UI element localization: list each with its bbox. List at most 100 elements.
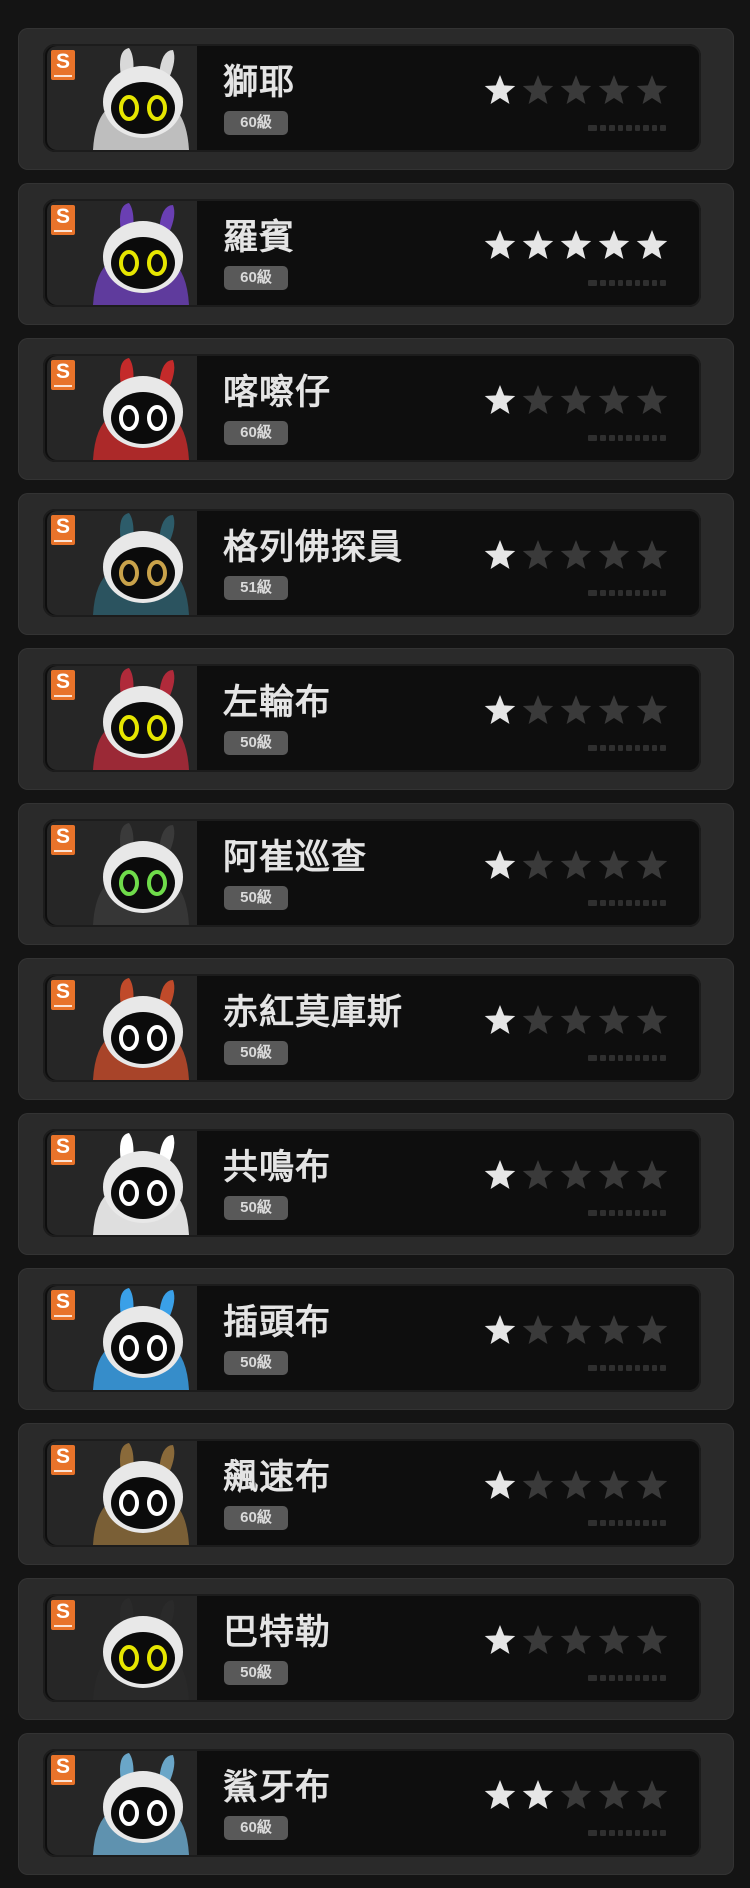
faded-caption-decoration <box>588 744 667 752</box>
agent-name: 阿崔巡查 <box>223 838 368 877</box>
star-empty-icon <box>560 1315 592 1344</box>
faded-caption-decoration <box>588 434 667 442</box>
agent-card[interactable]: S 插頭布 50級 <box>18 1268 734 1410</box>
agent-portrait: S <box>47 976 203 1080</box>
agent-portrait-art <box>93 203 189 305</box>
agent-level-badge: 60級 <box>224 1816 288 1840</box>
rank-badge-icon: S <box>51 205 75 235</box>
star-rating <box>483 72 669 112</box>
rank-badge-icon: S <box>51 1135 75 1165</box>
agent-portrait: S <box>47 1596 203 1700</box>
star-empty-icon <box>522 1625 554 1654</box>
star-empty-icon <box>598 1780 630 1809</box>
star-filled-icon <box>484 1470 516 1499</box>
star-rating <box>483 1312 669 1352</box>
agent-name: 巴特勒 <box>223 1613 332 1652</box>
agent-name: 鯊牙布 <box>223 1768 332 1807</box>
agent-portrait-art <box>93 1443 189 1545</box>
agent-card-panel: S 左輪布 50級 <box>43 664 701 772</box>
rank-badge-icon: S <box>51 1290 75 1320</box>
star-rating <box>483 1002 669 1042</box>
agent-portrait-art <box>93 358 189 460</box>
star-rating <box>483 227 669 267</box>
star-empty-icon <box>636 540 668 569</box>
rank-badge-icon: S <box>51 1445 75 1475</box>
star-empty-icon <box>598 1315 630 1344</box>
star-empty-icon <box>560 1005 592 1034</box>
star-filled-icon <box>522 230 554 259</box>
star-empty-icon <box>598 385 630 414</box>
star-empty-icon <box>598 1005 630 1034</box>
agent-portrait-art <box>93 668 189 770</box>
agent-level-badge: 50級 <box>224 731 288 755</box>
agent-portrait: S <box>47 821 203 925</box>
agent-portrait: S <box>47 1751 203 1855</box>
agent-card-panel: S 羅賓 60級 <box>43 199 701 307</box>
star-empty-icon <box>636 1160 668 1189</box>
agent-card[interactable]: S 羅賓 60級 <box>18 183 734 325</box>
star-rating <box>483 847 669 887</box>
star-empty-icon <box>560 850 592 879</box>
agent-level-badge: 50級 <box>224 1661 288 1685</box>
star-empty-icon <box>560 695 592 724</box>
star-filled-icon <box>484 540 516 569</box>
agent-card[interactable]: S 左輪布 50級 <box>18 648 734 790</box>
star-rating <box>483 382 669 422</box>
agent-card[interactable]: S 阿崔巡查 50級 <box>18 803 734 945</box>
star-empty-icon <box>598 695 630 724</box>
faded-caption-decoration <box>588 1209 667 1217</box>
agent-card[interactable]: S 獅耶 60級 <box>18 28 734 170</box>
agent-portrait: S <box>47 1131 203 1235</box>
agent-card[interactable]: S 飆速布 60級 <box>18 1423 734 1565</box>
agent-card-panel: S 獅耶 60級 <box>43 44 701 152</box>
star-filled-icon <box>484 75 516 104</box>
star-filled-icon <box>522 1780 554 1809</box>
agent-name: 左輪布 <box>223 683 332 722</box>
star-empty-icon <box>598 1160 630 1189</box>
agent-portrait-art <box>93 823 189 925</box>
faded-caption-decoration <box>588 1674 667 1682</box>
star-empty-icon <box>598 850 630 879</box>
star-empty-icon <box>522 1315 554 1344</box>
star-empty-icon <box>522 695 554 724</box>
agent-card[interactable]: S 鯊牙布 60級 <box>18 1733 734 1875</box>
star-empty-icon <box>636 695 668 724</box>
agent-card[interactable]: S 喀嚓仔 60級 <box>18 338 734 480</box>
star-rating <box>483 1622 669 1662</box>
agent-card[interactable]: S 格列佛探員 51級 <box>18 493 734 635</box>
agent-card-panel: S 插頭布 50級 <box>43 1284 701 1392</box>
agent-card-panel: S 格列佛探員 51級 <box>43 509 701 617</box>
star-rating <box>483 537 669 577</box>
star-filled-icon <box>560 230 592 259</box>
agent-card[interactable]: S 巴特勒 50級 <box>18 1578 734 1720</box>
agent-portrait-art <box>93 513 189 615</box>
star-filled-icon <box>484 1780 516 1809</box>
agent-level-badge: 50級 <box>224 886 288 910</box>
agent-name: 共鳴布 <box>223 1148 332 1187</box>
star-empty-icon <box>560 1780 592 1809</box>
agent-level-badge: 50級 <box>224 1196 288 1220</box>
agent-card-panel: S 赤紅莫庫斯 50級 <box>43 974 701 1082</box>
faded-caption-decoration <box>588 899 667 907</box>
agent-name: 喀嚓仔 <box>223 373 332 412</box>
agent-level-badge: 50級 <box>224 1351 288 1375</box>
agent-card[interactable]: S 赤紅莫庫斯 50級 <box>18 958 734 1100</box>
agent-card-panel: S 巴特勒 50級 <box>43 1594 701 1702</box>
faded-caption-decoration <box>588 589 667 597</box>
star-empty-icon <box>522 75 554 104</box>
faded-caption-decoration <box>588 124 667 132</box>
agent-card[interactable]: S 共鳴布 50級 <box>18 1113 734 1255</box>
rank-badge-icon: S <box>51 360 75 390</box>
agent-name: 赤紅莫庫斯 <box>223 993 404 1032</box>
star-empty-icon <box>636 1005 668 1034</box>
star-rating <box>483 1157 669 1197</box>
agent-name: 格列佛探員 <box>223 528 404 567</box>
star-empty-icon <box>636 385 668 414</box>
agent-portrait: S <box>47 511 203 615</box>
star-filled-icon <box>484 230 516 259</box>
star-rating <box>483 692 669 732</box>
star-empty-icon <box>636 1780 668 1809</box>
agent-portrait-art <box>93 1133 189 1235</box>
faded-caption-decoration <box>588 1519 667 1527</box>
agent-name: 插頭布 <box>223 1303 332 1342</box>
